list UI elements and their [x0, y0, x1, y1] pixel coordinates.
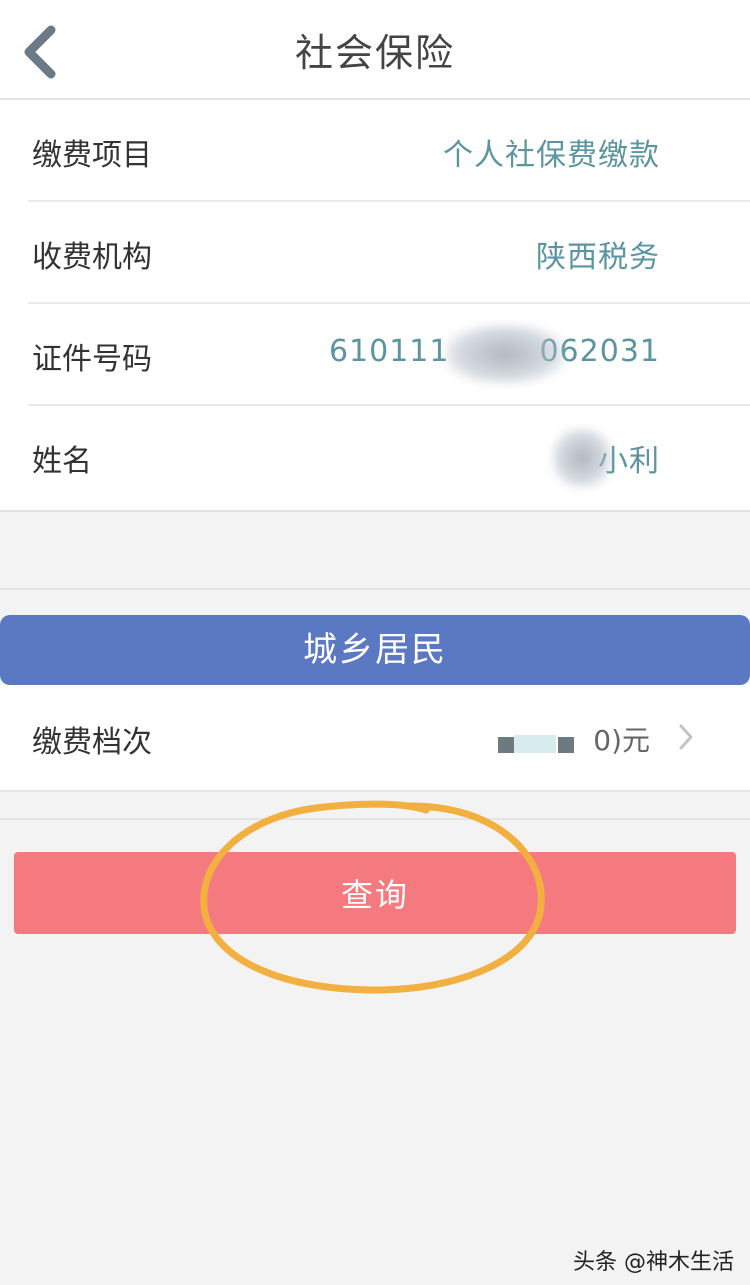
payment-item-value: 个人社保费缴款: [443, 138, 660, 173]
redaction-smudge: [445, 324, 565, 384]
id-number-prefix: 610111: [328, 334, 450, 369]
row-collecting-agency: 收费机构 陕西税务: [0, 202, 750, 304]
section-divider: [0, 588, 750, 590]
name-label: 姓名: [32, 444, 92, 479]
section-divider: [0, 790, 750, 792]
watermark-text: 头条 @神木生活: [573, 1250, 734, 1275]
query-button[interactable]: 查询: [14, 852, 736, 934]
info-card: 缴费项目 个人社保费缴款 收费机构 陕西税务 证件号码 610111 062031…: [0, 100, 750, 512]
payment-item-label: 缴费项目: [32, 138, 152, 173]
payment-level-row[interactable]: 缴费档次 0)元: [0, 685, 750, 790]
row-id-number: 证件号码 610111 062031: [0, 304, 750, 406]
section-divider: [0, 818, 750, 820]
page-title: 社会保险: [294, 31, 455, 75]
payment-level-label: 缴费档次: [32, 725, 152, 760]
redaction-block: [498, 737, 514, 753]
payment-level-value: 0)元: [593, 724, 650, 757]
row-payment-item: 缴费项目 个人社保费缴款: [0, 100, 750, 202]
redaction-block: [514, 735, 556, 753]
redaction-block: [558, 737, 574, 753]
chevron-right-icon: [679, 724, 693, 750]
page: 社会保险 缴费项目 个人社保费缴款 收费机构 陕西税务 证件号码 610111 0…: [0, 0, 750, 1285]
urban-rural-resident-banner: 城乡居民: [0, 615, 750, 685]
id-number-label: 证件号码: [32, 342, 152, 377]
row-name: 姓名 小利: [0, 406, 750, 508]
collecting-agency-label: 收费机构: [32, 240, 152, 275]
header-bar: 社会保险: [0, 0, 750, 100]
collecting-agency-value: 陕西税务: [536, 240, 660, 275]
redaction-smudge: [552, 428, 612, 488]
